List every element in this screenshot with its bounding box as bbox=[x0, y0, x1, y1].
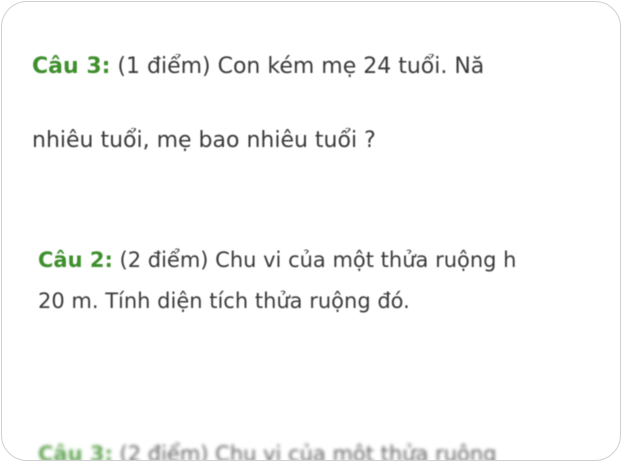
question-3-label: Câu 3: bbox=[32, 54, 111, 79]
question-3-line-1: Câu 3: (1 điểm) Con kém mẹ 24 tuổi. Nă bbox=[32, 54, 484, 79]
document-image-frame: Câu 3: (1 điểm) Con kém mẹ 24 tuổi. Nă n… bbox=[1, 1, 621, 461]
question-2-line-2: 20 m. Tính diện tích thửa ruộng đó. bbox=[38, 289, 410, 313]
question-2-label: Câu 2: bbox=[38, 248, 113, 272]
question-3-line-2: nhiêu tuổi, mẹ bao nhiêu tuổi ? bbox=[32, 128, 376, 153]
question-3-cutoff-line: Câu 3: (2 điểm) Chu vi của một thửa ruộn… bbox=[38, 442, 497, 461]
question-3-cutoff-text: (2 điểm) Chu vi của một thửa ruộng bbox=[112, 442, 497, 461]
question-2-text: (2 điểm) Chu vi của một thửa ruộng h bbox=[112, 248, 517, 272]
question-2-line-1: Câu 2: (2 điểm) Chu vi của một thửa ruộn… bbox=[38, 248, 517, 272]
question-3-cutoff-label: Câu 3: bbox=[38, 442, 113, 461]
question-3-text: (1 điểm) Con kém mẹ 24 tuổi. Nă bbox=[110, 54, 485, 79]
